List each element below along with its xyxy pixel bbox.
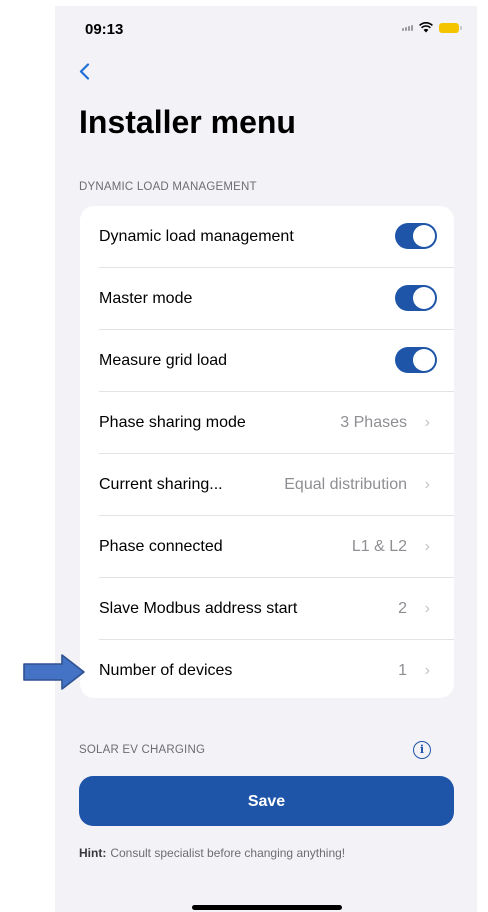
section-header-solar-ev-charging: SOLAR EV CHARGING	[79, 744, 206, 756]
chevron-right-icon: ›	[424, 662, 430, 679]
toggle-knob	[413, 349, 435, 371]
dynamic-load-management-toggle[interactable]	[395, 223, 437, 249]
hint-label: Hint:	[79, 846, 107, 860]
row-measure-grid-load: Measure grid load	[80, 330, 454, 392]
row-phase-connected[interactable]: Phase connected L1 & L2 ›	[80, 516, 454, 578]
row-slave-modbus-address-start[interactable]: Slave Modbus address start 2 ›	[80, 578, 454, 640]
row-master-mode: Master mode	[80, 268, 454, 330]
save-button[interactable]: Save	[79, 776, 454, 826]
row-label: Phase sharing mode	[99, 414, 246, 431]
row-phase-sharing-mode[interactable]: Phase sharing mode 3 Phases ›	[80, 392, 454, 454]
chevron-right-icon: ›	[424, 538, 430, 555]
phone-screen: 09:13 Installer menu DYNAMIC LOAD MANAGE…	[55, 6, 477, 912]
signal-icon	[402, 24, 413, 31]
master-mode-toggle[interactable]	[395, 285, 437, 311]
row-label: Master mode	[99, 290, 193, 307]
row-value: 2	[398, 600, 407, 617]
status-icons	[402, 22, 462, 33]
row-value: 1	[398, 662, 407, 679]
hint-text: Consult specialist before changing anyth…	[110, 846, 346, 860]
row-value: L1 & L2	[351, 538, 407, 555]
chevron-right-icon: ›	[424, 600, 430, 617]
row-current-sharing[interactable]: Current sharing... Equal distribution ›	[80, 454, 454, 516]
measure-grid-load-toggle[interactable]	[395, 347, 437, 373]
chevron-right-icon: ›	[424, 476, 430, 493]
back-button[interactable]	[79, 62, 90, 84]
section-header-dynamic-load-management: DYNAMIC LOAD MANAGEMENT	[79, 181, 257, 193]
home-indicator[interactable]	[192, 905, 342, 910]
row-label: Number of devices	[99, 662, 233, 679]
page-title: Installer menu	[79, 104, 296, 140]
row-dynamic-load-management: Dynamic load management	[80, 206, 454, 268]
toggle-knob	[413, 225, 435, 247]
row-label: Phase connected	[99, 538, 223, 555]
info-icon[interactable]: i	[413, 741, 431, 759]
row-label: Dynamic load management	[99, 228, 294, 245]
hint: Hint: Consult specialist before changing …	[79, 846, 345, 860]
status-time: 09:13	[85, 21, 124, 38]
row-value: Equal distribution	[284, 476, 407, 493]
chevron-left-icon	[79, 63, 90, 80]
chevron-right-icon: ›	[424, 414, 430, 431]
settings-card: Dynamic load management Master mode Meas…	[80, 206, 454, 698]
pointer-arrow-icon	[23, 654, 85, 690]
row-label: Slave Modbus address start	[99, 600, 298, 617]
toggle-knob	[413, 287, 435, 309]
row-label: Current sharing...	[99, 476, 223, 493]
row-number-of-devices[interactable]: Number of devices 1 ›	[80, 640, 454, 698]
wifi-icon	[419, 22, 433, 33]
battery-icon	[439, 22, 462, 33]
row-label: Measure grid load	[99, 352, 228, 369]
status-bar: 09:13	[55, 6, 477, 54]
row-value: 3 Phases	[340, 414, 407, 431]
